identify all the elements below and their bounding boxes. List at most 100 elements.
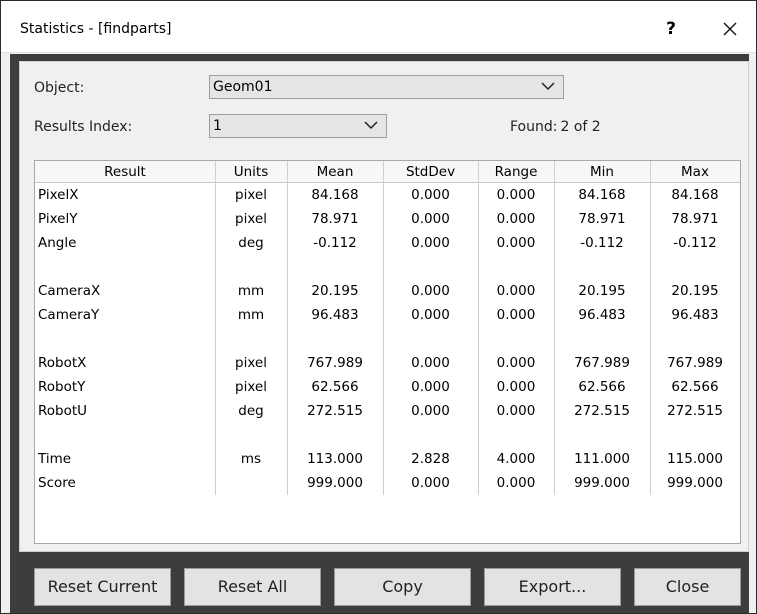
results-index-select[interactable]: 1 — [209, 114, 387, 138]
cell-range — [478, 255, 554, 279]
cell-units: deg — [238, 235, 264, 251]
close-button[interactable]: Close — [634, 568, 741, 606]
cell-units — [215, 255, 287, 279]
reset-current-button[interactable]: Reset Current — [34, 568, 171, 606]
cell-min: 62.566 — [578, 379, 626, 395]
cell-mean: 767.989 — [307, 355, 363, 371]
results-table[interactable]: Result Units Mean StdDev Range Min Max PixelX pi… — [34, 160, 741, 544]
title-bar: Statistics - [findparts] ? — [1, 1, 756, 53]
cell-stddev: 0.000 — [411, 235, 450, 251]
help-button[interactable]: ? — [659, 17, 683, 41]
cell-result: CameraY — [38, 307, 100, 323]
cell-units: ms — [240, 451, 262, 467]
cell-range: 0.000 — [496, 355, 536, 371]
cell-stddev — [383, 255, 478, 279]
column-header-units[interactable]: Units — [215, 161, 287, 183]
window-title: Statistics - [findparts] — [20, 21, 172, 37]
export-button[interactable]: Export... — [484, 568, 621, 606]
copy-button[interactable]: Copy — [334, 568, 471, 606]
cell-min: 78.971 — [578, 211, 626, 227]
cell-mean: 272.515 — [307, 403, 363, 419]
reset-all-button[interactable]: Reset All — [184, 568, 321, 606]
close-icon[interactable] — [717, 16, 743, 42]
column-header-max[interactable]: Max — [650, 161, 740, 183]
cell-result: RobotU — [38, 403, 88, 419]
cell-min: 96.483 — [578, 307, 626, 323]
cell-units — [215, 327, 287, 351]
cell-result: CameraX — [38, 283, 101, 299]
cell-mean: 78.971 — [311, 211, 359, 227]
cell-mean — [287, 255, 383, 279]
statistics-dialog: Statistics - [findparts] ? Object: Geom0… — [0, 0, 757, 614]
chevron-down-icon — [541, 82, 555, 91]
cell-max: 62.566 — [671, 379, 719, 395]
cell-range: 0.000 — [496, 283, 536, 299]
cell-min: -0.112 — [580, 235, 624, 251]
cell-units: deg — [238, 403, 264, 419]
cell-mean: 62.566 — [311, 379, 359, 395]
column-header-min[interactable]: Min — [554, 161, 650, 183]
cell-min: 272.515 — [574, 403, 630, 419]
cell-min — [554, 423, 650, 447]
cell-mean: -0.112 — [313, 235, 357, 251]
results-index-label: Results Index: — [34, 119, 133, 135]
cell-result — [35, 327, 215, 351]
cell-min: 999.000 — [574, 475, 630, 491]
cell-stddev — [383, 327, 478, 351]
cell-mean: 20.195 — [311, 283, 359, 299]
cell-stddev: 0.000 — [411, 187, 450, 203]
cell-range: 4.000 — [496, 451, 536, 467]
cell-mean: 84.168 — [311, 187, 359, 203]
cell-stddev: 0.000 — [411, 283, 450, 299]
cell-result: Score — [38, 475, 76, 491]
cell-max: 20.195 — [671, 283, 719, 299]
cell-min: 111.000 — [574, 451, 630, 467]
found-count: Found: 2 of 2 — [510, 119, 601, 135]
cell-max — [650, 327, 740, 351]
cell-max: -0.112 — [673, 235, 717, 251]
cell-max: 999.000 — [667, 475, 723, 491]
cell-max — [650, 255, 740, 279]
cell-max: 96.483 — [671, 307, 719, 323]
cell-units: mm — [237, 307, 265, 323]
results-index-value: 1 — [213, 118, 222, 134]
cell-result: PixelX — [38, 187, 79, 203]
cell-stddev: 2.828 — [411, 451, 450, 467]
cell-result: RobotX — [38, 355, 87, 371]
cell-stddev: 0.000 — [411, 379, 450, 395]
cell-mean: 113.000 — [307, 451, 363, 467]
cell-result: RobotY — [38, 379, 86, 395]
object-select[interactable]: Geom01 — [209, 75, 564, 99]
cell-units: pixel — [235, 379, 267, 395]
cell-stddev: 0.000 — [411, 403, 450, 419]
cell-range: 0.000 — [496, 211, 536, 227]
cell-min — [554, 327, 650, 351]
column-header-stddev[interactable]: StdDev — [383, 161, 478, 183]
cell-max: 272.515 — [667, 403, 723, 419]
cell-stddev — [383, 423, 478, 447]
cell-mean: 96.483 — [311, 307, 359, 323]
column-header-range[interactable]: Range — [478, 161, 554, 183]
cell-mean: 999.000 — [307, 475, 363, 491]
cell-stddev: 0.000 — [411, 355, 450, 371]
column-header-mean[interactable]: Mean — [287, 161, 383, 183]
cell-min: 84.168 — [578, 187, 626, 203]
cell-result — [35, 255, 215, 279]
cell-units — [215, 471, 287, 495]
cell-range: 0.000 — [496, 403, 536, 419]
cell-units: pixel — [235, 211, 267, 227]
cell-units — [215, 423, 287, 447]
cell-stddev: 0.000 — [411, 307, 450, 323]
cell-mean — [287, 327, 383, 351]
cell-range: 0.000 — [496, 475, 536, 491]
cell-max: 78.971 — [671, 211, 719, 227]
cell-units: mm — [237, 283, 265, 299]
cell-range: 0.000 — [496, 235, 536, 251]
cell-result: Time — [38, 451, 72, 467]
cell-min: 767.989 — [574, 355, 630, 371]
cell-stddev: 0.000 — [411, 211, 450, 227]
cell-max: 84.168 — [671, 187, 719, 203]
cell-range: 0.000 — [496, 307, 536, 323]
column-header-result[interactable]: Result — [35, 161, 215, 183]
cell-max: 767.989 — [667, 355, 723, 371]
